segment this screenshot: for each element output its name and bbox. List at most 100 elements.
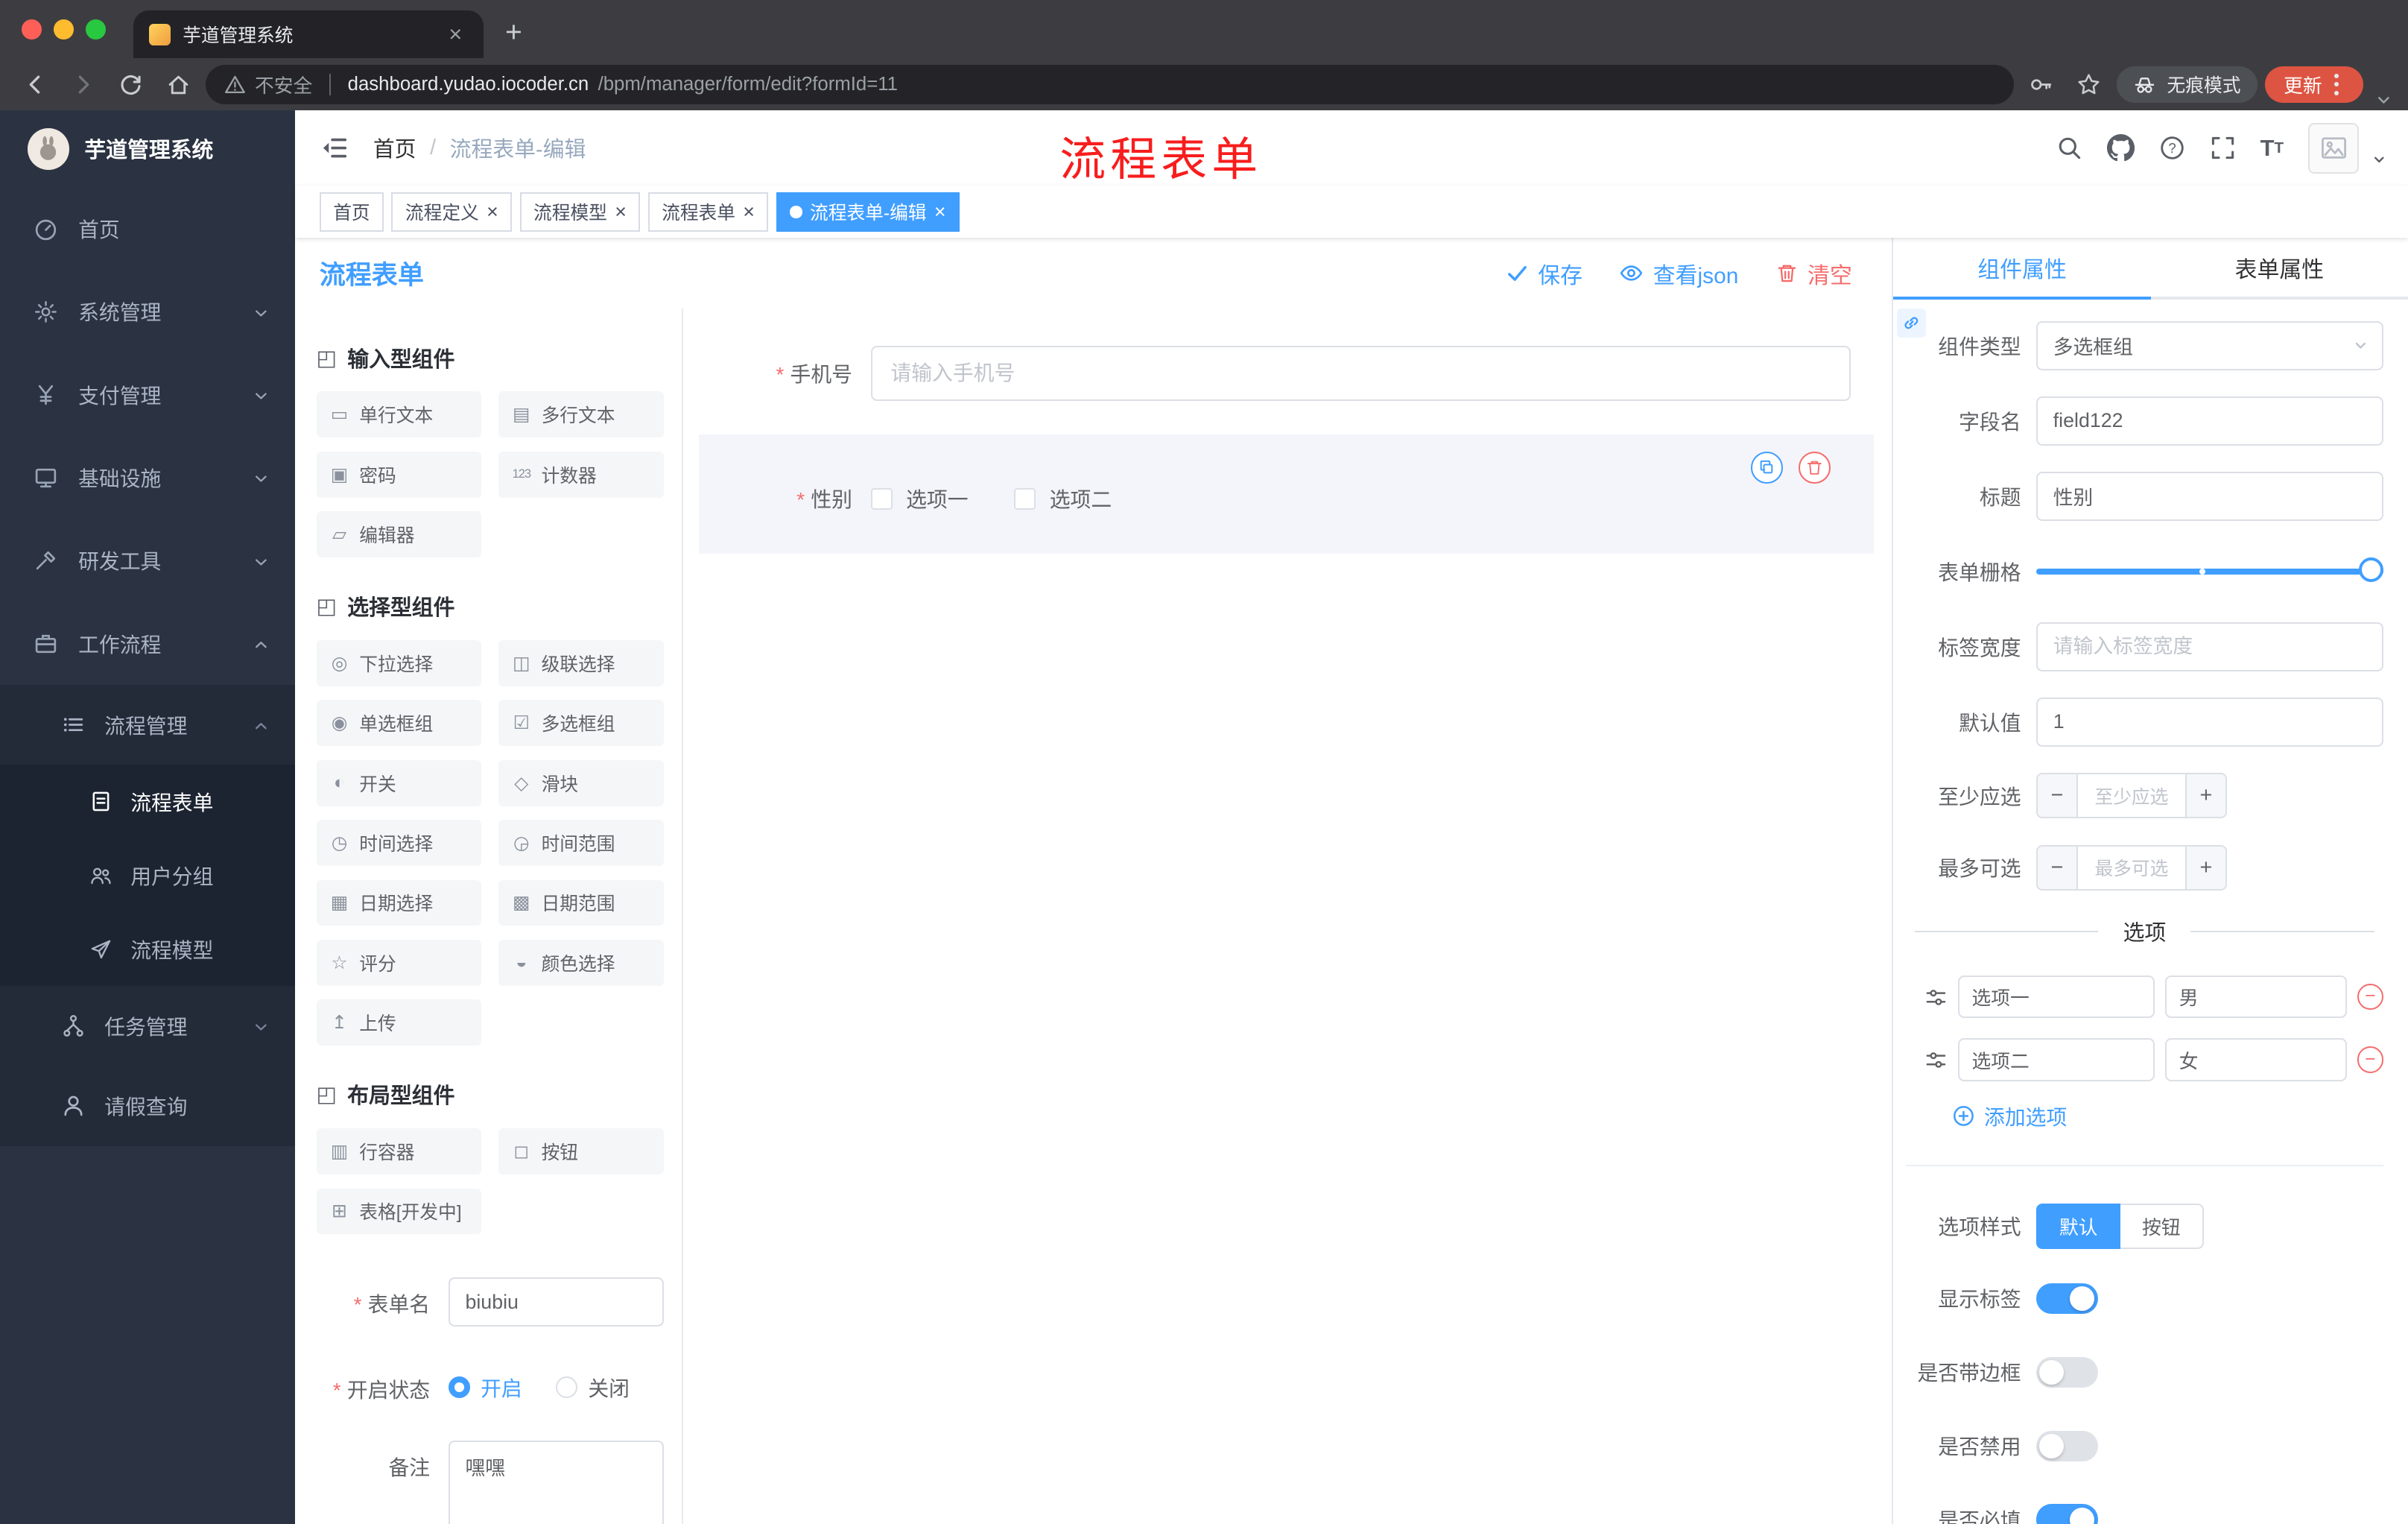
maximize-window-button[interactable] xyxy=(86,19,107,39)
palette-item-dropdown[interactable]: ◎ 下拉选择 xyxy=(316,640,482,686)
close-icon[interactable]: × xyxy=(615,202,627,222)
close-icon[interactable]: × xyxy=(487,202,498,222)
palette-item-counter[interactable]: 123 计数器 xyxy=(498,451,664,498)
font-size-icon[interactable]: TT xyxy=(2260,135,2284,162)
save-button[interactable]: 保存 xyxy=(1506,257,1582,290)
form-canvas[interactable]: 手机号 xyxy=(683,309,1892,1524)
home-icon[interactable] xyxy=(158,65,198,105)
palette-item-upload[interactable]: ↥ 上传 xyxy=(316,999,482,1046)
default-value-input[interactable] xyxy=(2036,697,2384,747)
style-default-button[interactable]: 默认 xyxy=(2036,1203,2121,1250)
plus-icon[interactable]: + xyxy=(2185,846,2225,890)
sidebar-item-user-group[interactable]: 用户分组 xyxy=(0,838,295,912)
avatar-caret-icon[interactable] xyxy=(2371,148,2387,171)
palette-item-password[interactable]: ▣ 密码 xyxy=(316,451,482,498)
add-option-button[interactable]: 添加选项 xyxy=(1952,1101,2383,1131)
view-json-button[interactable]: 查看json xyxy=(1619,257,1738,290)
bookmark-star-icon[interactable] xyxy=(2069,65,2109,105)
palette-item-cascader[interactable]: ◫ 级联选择 xyxy=(498,640,664,686)
delete-field-button[interactable] xyxy=(1798,451,1831,484)
avatar[interactable] xyxy=(2308,122,2360,174)
palette-item-date-range[interactable]: ▩ 日期范围 xyxy=(498,879,664,926)
tab-close-icon[interactable]: × xyxy=(443,20,469,49)
border-switch[interactable] xyxy=(2036,1356,2098,1388)
minus-icon[interactable]: − xyxy=(2038,846,2078,890)
remove-option-icon[interactable]: − xyxy=(2357,1046,2384,1073)
palette-item-time-picker[interactable]: ◷ 时间选择 xyxy=(316,820,482,866)
tag-process-model[interactable]: 流程模型 × xyxy=(519,192,641,233)
status-on-radio[interactable]: 开启 xyxy=(448,1373,522,1403)
palette-item-multi-text[interactable]: ▤ 多行文本 xyxy=(498,391,664,438)
drag-handle-icon[interactable] xyxy=(1924,984,1948,1008)
sidebar-fold-icon[interactable] xyxy=(320,133,349,162)
required-switch[interactable] xyxy=(2036,1504,2098,1524)
component-type-select[interactable]: 多选框组 xyxy=(2036,320,2384,370)
help-icon[interactable]: ? xyxy=(2159,135,2185,161)
phone-input[interactable] xyxy=(870,345,1851,401)
plus-icon[interactable]: + xyxy=(2185,774,2225,818)
tag-process-form[interactable]: 流程表单 × xyxy=(647,192,769,233)
disabled-switch[interactable] xyxy=(2036,1430,2098,1461)
palette-item-single-text[interactable]: ▭ 单行文本 xyxy=(316,391,482,438)
grid-slider[interactable] xyxy=(2036,547,2384,596)
tag-process-form-edit[interactable]: 流程表单-编辑 × xyxy=(776,192,960,233)
github-icon[interactable] xyxy=(2106,134,2135,162)
canvas-field-gender-selected[interactable]: 性别 选项一 选项二 xyxy=(698,434,1874,554)
sidebar-item-payment[interactable]: 支付管理 xyxy=(0,353,295,436)
palette-item-rate[interactable]: ☆ 评分 xyxy=(316,939,482,986)
tab-form-props[interactable]: 表单属性 xyxy=(2151,238,2408,296)
copy-field-button[interactable] xyxy=(1750,451,1784,484)
close-window-button[interactable] xyxy=(21,19,42,39)
gender-option-2-checkbox[interactable]: 选项二 xyxy=(1014,484,1112,513)
palette-item-slider[interactable]: ◇ 滑块 xyxy=(498,759,664,806)
sidebar-item-devtools[interactable]: 研发工具 xyxy=(0,519,295,602)
drag-handle-icon[interactable] xyxy=(1924,1048,1948,1072)
min-select-stepper[interactable]: − 至少应选 + xyxy=(2036,772,2227,819)
sidebar-item-system[interactable]: 系统管理 xyxy=(0,271,295,353)
form-remark-textarea[interactable]: 嘿嘿 xyxy=(448,1441,664,1524)
sidebar-item-infra[interactable]: 基础设施 xyxy=(0,436,295,519)
status-off-radio[interactable]: 关闭 xyxy=(556,1373,630,1403)
forward-icon[interactable] xyxy=(63,65,103,105)
sidebar-item-process-form[interactable]: 流程表单 xyxy=(0,765,295,838)
close-icon[interactable]: × xyxy=(743,202,755,222)
minus-icon[interactable]: − xyxy=(2038,774,2078,818)
palette-item-table[interactable]: ⊞ 表格[开发中] xyxy=(316,1188,482,1235)
canvas-field-phone[interactable]: 手机号 xyxy=(699,330,1874,416)
tag-home[interactable]: 首页 xyxy=(319,192,384,233)
link-icon[interactable] xyxy=(1896,309,1926,338)
palette-item-editor[interactable]: ▱ 编辑器 xyxy=(316,511,482,557)
gender-option-1-checkbox[interactable]: 选项一 xyxy=(870,484,969,513)
fullscreen-icon[interactable] xyxy=(2210,135,2236,161)
back-icon[interactable] xyxy=(16,65,56,105)
sidebar-item-process-mgmt[interactable]: 流程管理 xyxy=(0,685,295,765)
title-input[interactable] xyxy=(2036,471,2384,521)
option-1-value-input[interactable] xyxy=(2165,975,2347,1019)
label-width-input[interactable] xyxy=(2036,622,2384,671)
tag-process-definition[interactable]: 流程定义 × xyxy=(391,192,513,233)
new-tab-button[interactable]: + xyxy=(505,16,522,49)
chevron-down-icon[interactable] xyxy=(2374,87,2393,110)
close-icon[interactable]: × xyxy=(934,202,946,222)
clear-button[interactable]: 清空 xyxy=(1775,257,1852,290)
sidebar-item-home[interactable]: 首页 xyxy=(0,187,295,270)
slider-handle[interactable] xyxy=(2359,557,2384,583)
breadcrumb-home[interactable]: 首页 xyxy=(373,133,416,163)
palette-item-row-container[interactable]: ▥ 行容器 xyxy=(316,1128,482,1174)
show-label-switch[interactable] xyxy=(2036,1283,2098,1314)
minimize-window-button[interactable] xyxy=(54,19,74,39)
form-name-input[interactable] xyxy=(448,1277,664,1327)
option-1-label-input[interactable] xyxy=(1957,975,2155,1019)
reload-icon[interactable] xyxy=(110,65,150,105)
sidebar-item-task-mgmt[interactable]: 任务管理 xyxy=(0,986,295,1066)
remove-option-icon[interactable]: − xyxy=(2357,984,2384,1011)
update-button[interactable]: 更新 xyxy=(2265,66,2364,104)
sidebar-item-workflow[interactable]: 工作流程 xyxy=(0,602,295,685)
option-2-label-input[interactable] xyxy=(1957,1038,2155,1081)
sidebar-item-process-model[interactable]: 流程模型 xyxy=(0,912,295,986)
option-2-value-input[interactable] xyxy=(2165,1038,2347,1081)
palette-item-switch[interactable]: ◐ 开关 xyxy=(316,759,482,806)
palette-item-time-range[interactable]: ◶ 时间范围 xyxy=(498,820,664,866)
style-button-button[interactable]: 按钮 xyxy=(2120,1203,2204,1250)
palette-item-radio-group[interactable]: ◉ 单选框组 xyxy=(316,700,482,747)
